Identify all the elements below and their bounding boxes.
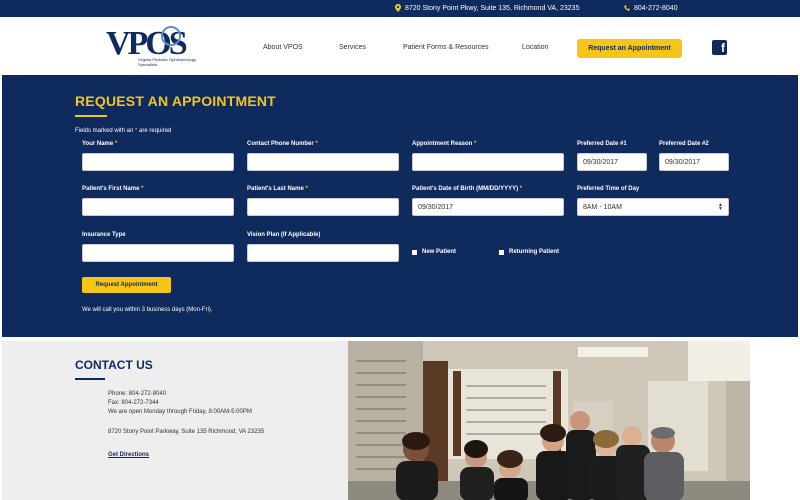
callback-note: We will call you within 3 business days … [82,307,213,313]
your-name-input[interactable] [82,153,234,171]
appointment-form-section: REQUEST AN APPOINTMENT Fields marked wit… [2,75,798,337]
submit-appointment-button[interactable]: Request Appointment [82,277,171,293]
required-note-text-end: are required [137,128,172,134]
address-block: 8720 Stony Point Pkwy, Suite 135, Richmo… [395,4,579,12]
form-title: REQUEST AN APPOINTMENT [75,93,276,109]
facebook-icon[interactable]: f [712,40,727,55]
label-dob: Patient's Date of Birth (MM/DD/YYYY) * [412,186,523,192]
label-first-name: Patient's First Name * [82,186,144,192]
first-name-input[interactable] [82,198,234,216]
preferred-time-value: 8AM - 10AM [583,203,622,211]
staff-photo-illustration [348,341,750,500]
site-header: VPOS Virginia Pediatric Ophthalmology Sp… [0,17,800,75]
logo-subtitle: Virginia Pediatric Ophthalmology Special… [138,57,196,67]
phone-icon [624,5,630,11]
request-appointment-button[interactable]: Request an Appointment [577,39,682,58]
returning-patient-checkbox[interactable]: Returning Patient [499,249,559,255]
nav-services[interactable]: Services [339,44,366,51]
returning-patient-label: Returning Patient [509,249,560,255]
contact-fax: Fax: 804-272-7344 [108,400,159,406]
dob-input[interactable]: 09/30/2017 [412,198,564,216]
phone-block[interactable]: 804-272-8040 [624,4,678,12]
new-patient-label: New Patient [422,249,457,255]
contact-title: CONTACT US [75,358,153,372]
nav-location[interactable]: Location [522,44,548,51]
label-vision-plan: Vision Plan (If Applicable) [247,232,321,238]
contact-phone[interactable]: Phone: 804-272-8040 [108,391,166,397]
new-patient-checkbox[interactable]: New Patient [412,249,456,255]
staff-photo [348,341,750,500]
checkbox-box[interactable] [412,249,417,255]
map-pin-icon [395,4,401,12]
right-margin [750,341,800,500]
appointment-reason-input[interactable] [412,153,564,171]
preferred-time-select[interactable]: 8AM - 10AM ▲ ▼ [577,198,729,216]
contact-phone-input[interactable] [247,153,399,171]
contact-hours: We are open Monday through Friday, 8:00A… [108,409,252,415]
label-preferred-time: Preferred Time of Day [577,186,640,192]
contact-underline [75,378,105,380]
label-preferred-date-2: Preferred Date #2 [659,141,709,147]
checkbox-box[interactable] [499,249,504,255]
nav-patient-forms[interactable]: Patient Forms & Resources [403,44,489,51]
required-note-text: Fields marked with an [75,128,136,134]
label-your-name: Your Name * [82,141,118,147]
label-preferred-date-1: Preferred Date #1 [577,141,627,147]
nav-about[interactable]: About VPOS [263,44,303,51]
label-insurance: Insurance Type [82,232,126,238]
contact-address: 8720 Stony Point Parkway, Suite 135 Rich… [108,429,265,435]
insurance-input[interactable] [82,244,234,262]
vpos-logo[interactable]: VPOS Virginia Pediatric Ophthalmology Sp… [106,24,196,72]
preferred-date-2-input[interactable]: 09/30/2017 [659,153,729,171]
label-appointment-reason: Appointment Reason * [412,141,477,147]
get-directions-link[interactable]: Get Directions [108,452,149,458]
top-phone[interactable]: 804-272-8040 [634,5,678,12]
last-name-input[interactable] [247,198,399,216]
preferred-date-1-input[interactable]: 09/30/2017 [577,153,647,171]
select-arrows-icon: ▲ ▼ [718,202,723,212]
label-last-name: Patient's Last Name * [247,186,308,192]
top-info-bar: 8720 Stony Point Pkwy, Suite 135, Richmo… [0,0,800,17]
top-address: 8720 Stony Point Pkwy, Suite 135, Richmo… [405,4,580,12]
label-contact-phone: Contact Phone Number * [247,141,318,147]
title-underline [75,115,107,117]
required-note: Fields marked with an * are required [75,128,171,134]
vision-plan-input[interactable] [247,244,399,262]
contact-section: CONTACT US Phone: 804-272-8040 Fax: 804-… [2,341,348,500]
